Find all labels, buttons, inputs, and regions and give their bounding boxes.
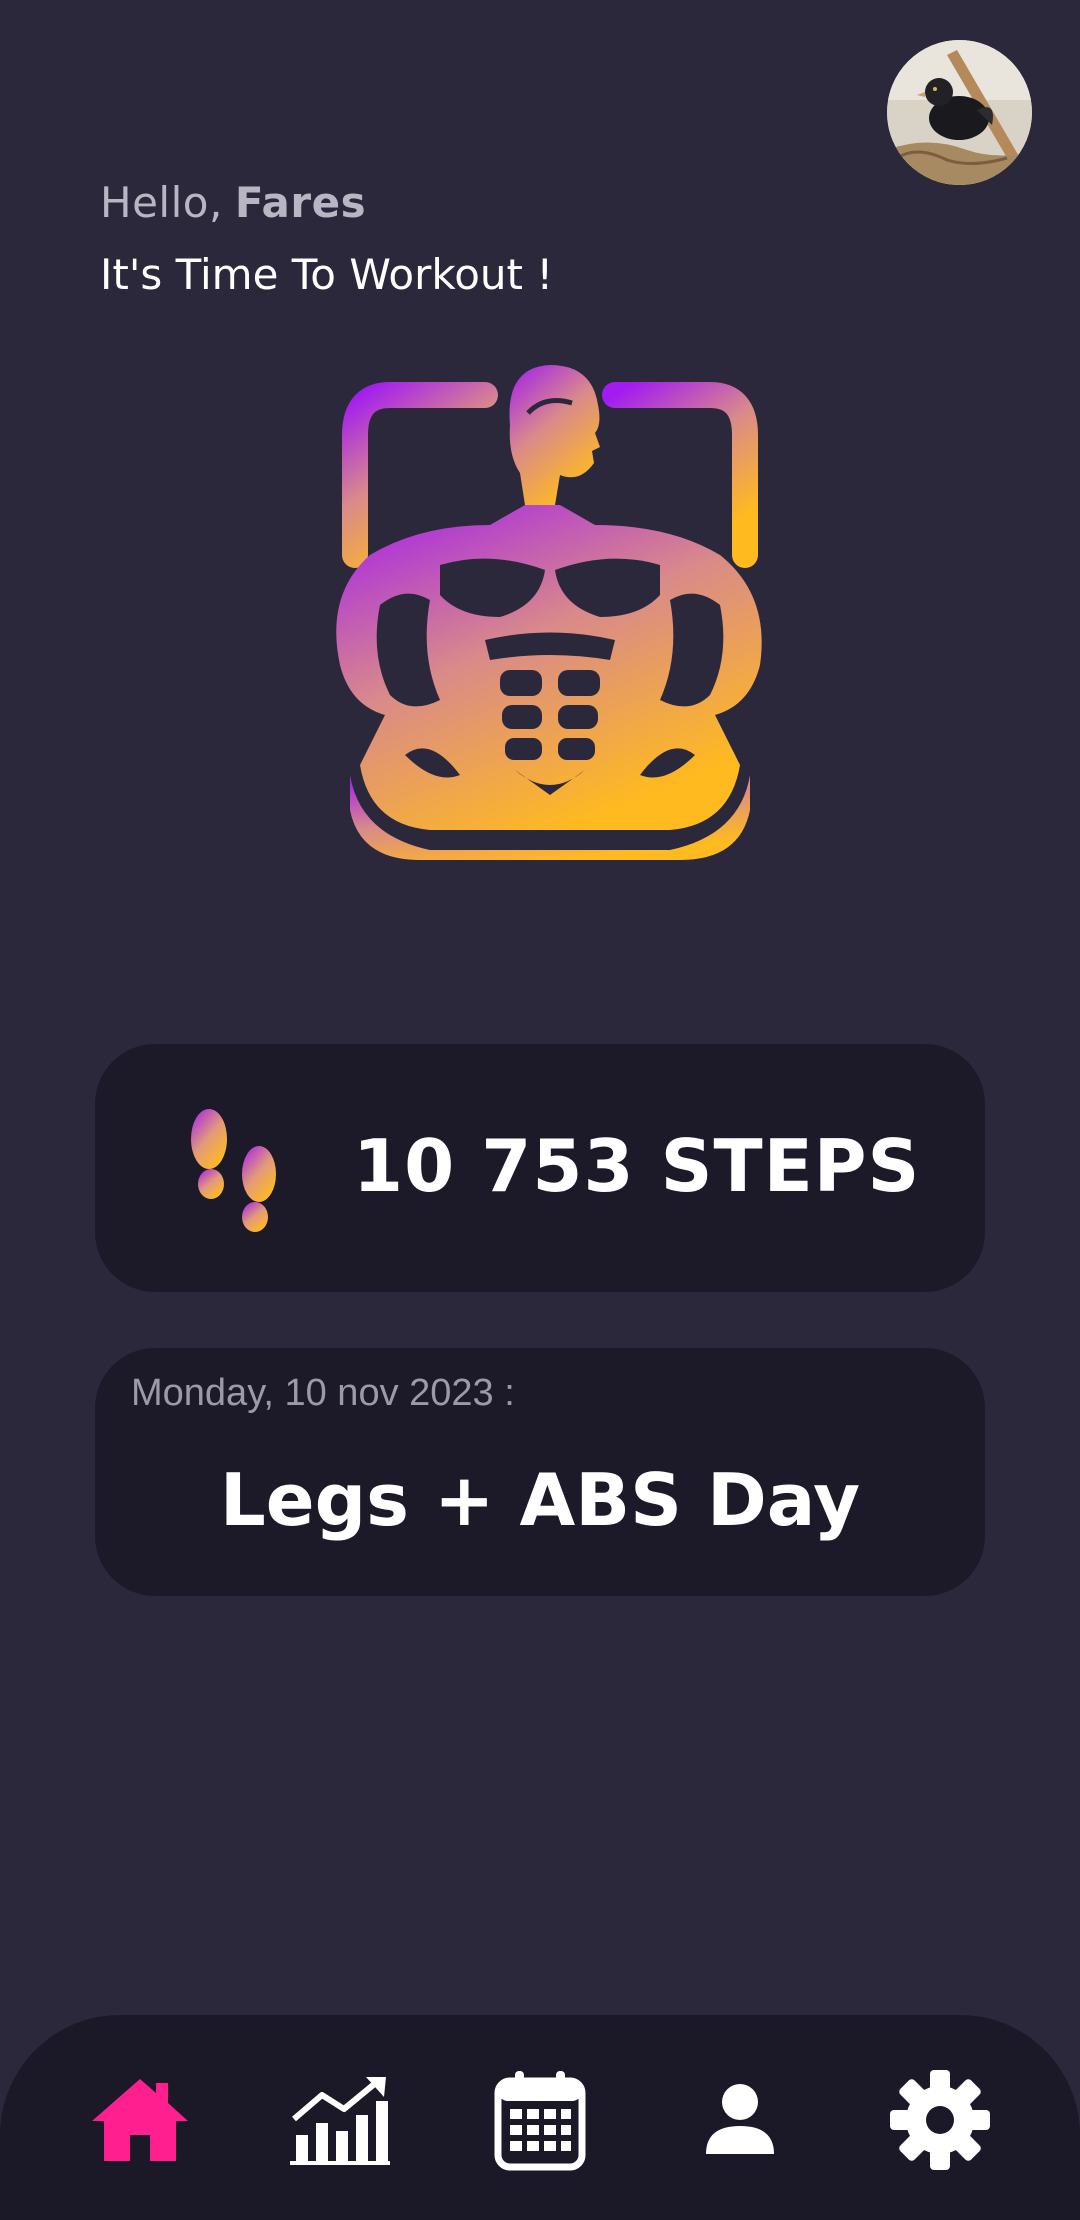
- workout-subtitle: It's Time To Workout !: [100, 250, 554, 299]
- greeting: Hello, Fares: [100, 178, 366, 227]
- nav-profile-button[interactable]: [685, 2065, 795, 2175]
- steps-count: 10 753 STEPS: [353, 1124, 921, 1208]
- home-icon: [92, 2079, 188, 2161]
- steps-card[interactable]: 10 753 STEPS: [95, 1044, 985, 1292]
- workout-date: Monday, 10 nov 2023 :: [131, 1372, 515, 1414]
- bottom-nav: [0, 2015, 1080, 2220]
- user-name: Fares: [234, 178, 367, 227]
- avatar[interactable]: [887, 40, 1032, 185]
- calendar-icon: [494, 2071, 586, 2171]
- footsteps-icon: [185, 1104, 285, 1234]
- profile-icon: [706, 2084, 774, 2154]
- workout-title: Legs + ABS Day: [219, 1458, 861, 1542]
- stats-chart-icon: [290, 2077, 390, 2165]
- nav-settings-button[interactable]: [885, 2065, 995, 2175]
- muscular-man-logo: [310, 355, 790, 865]
- settings-gear-icon: [890, 2070, 990, 2170]
- nav-home-button[interactable]: [85, 2065, 195, 2175]
- nav-calendar-button[interactable]: [485, 2065, 595, 2175]
- hello-text: Hello,: [100, 178, 223, 227]
- avatar-photo: [887, 40, 1032, 185]
- nav-stats-button[interactable]: [285, 2065, 395, 2175]
- workout-card[interactable]: Monday, 10 nov 2023 : Legs + ABS Day: [95, 1348, 985, 1596]
